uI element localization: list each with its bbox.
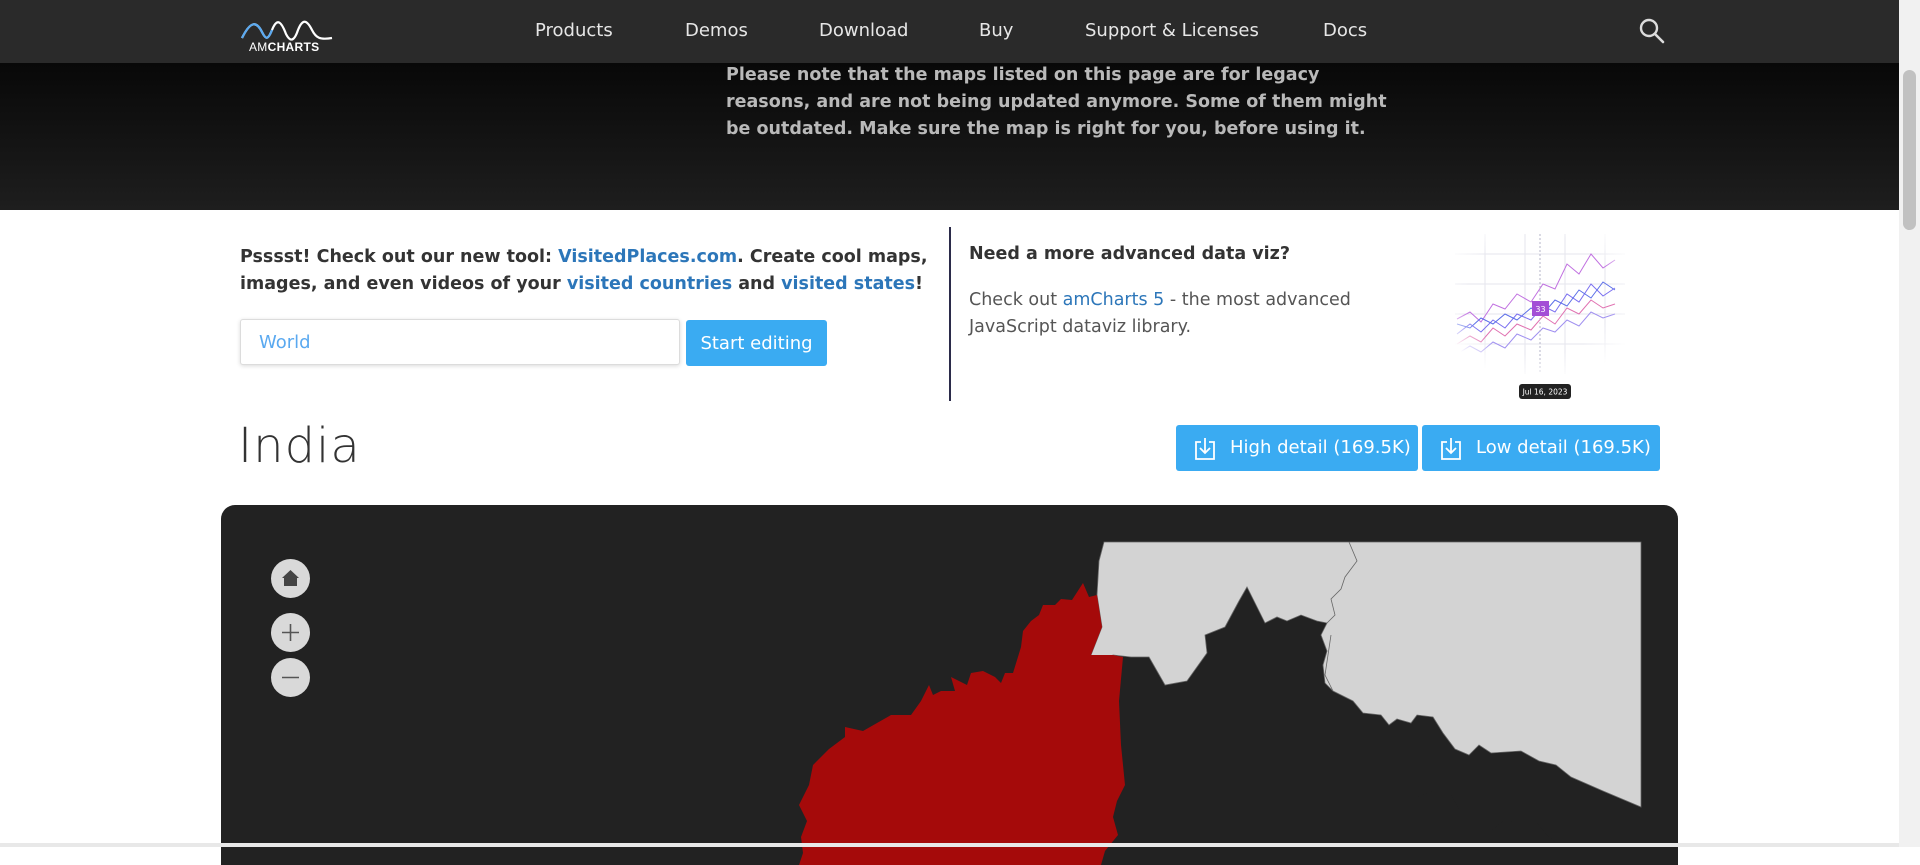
neighbor-region[interactable] [1090,541,1642,808]
download-high-detail-button[interactable]: High detail (169.5K) [1176,425,1418,471]
download-icon [1441,438,1461,460]
map-zoom-out-button[interactable] [271,658,310,697]
promo-text: Psssst! Check out our new tool: [240,247,559,267]
neighbor-region-dark[interactable] [1417,791,1641,865]
promo-text: ! [915,274,924,294]
map-zoom-in-button[interactable] [271,613,310,652]
amcharts5-preview-image[interactable]: 33 Jul 16, 2023 [1445,224,1635,404]
india-map-panel[interactable] [221,505,1678,865]
start-editing-button[interactable]: Start editing [686,320,827,366]
download-low-detail-label: Low detail (169.5K) [1476,437,1651,458]
amcharts5-link[interactable]: amCharts 5 [1063,290,1165,310]
nav-buy[interactable]: Buy [979,20,1013,41]
vertical-scrollbar-thumb[interactable] [1903,70,1916,230]
nav-products[interactable]: Products [535,20,613,41]
download-high-detail-label: High detail (169.5K) [1230,437,1411,458]
amcharts5-promo-text: Check out amCharts 5 - the most advanced… [969,287,1369,341]
map-home-button[interactable] [271,559,310,598]
chart-date-label: Jul 16, 2023 [1522,388,1568,397]
download-low-detail-button[interactable]: Low detail (169.5K) [1422,425,1660,471]
promo-divider [949,227,951,401]
zoom-out-icon [282,676,299,679]
nav-download[interactable]: Download [819,20,908,41]
map-select-input[interactable]: World [240,319,680,365]
horizontal-scrollbar[interactable] [0,843,1899,847]
promo-text: Check out [969,290,1063,310]
advanced-dataviz-title: Need a more advanced data viz? [969,244,1290,264]
promo-text: and [732,274,782,294]
india-region[interactable] [799,583,1125,865]
visitedplaces-promo: Psssst! Check out our new tool: VisitedP… [240,244,930,298]
search-icon[interactable] [1638,17,1666,45]
top-navigation: AMCHARTS Products Demos Download Buy Sup… [0,0,1899,63]
nav-demos[interactable]: Demos [685,20,748,41]
zoom-in-icon [282,624,299,641]
nav-docs[interactable]: Docs [1323,20,1367,41]
logo-wordmark: AMCHARTS [249,40,320,54]
home-icon [282,570,299,586]
page-title: India [238,418,361,474]
visited-states-link[interactable]: visited states [781,274,915,294]
india-map[interactable] [221,505,1678,865]
visited-countries-link[interactable]: visited countries [567,274,732,294]
legacy-notice-text: Please note that the maps listed on this… [726,65,1387,139]
download-icon [1195,438,1215,460]
visitedplaces-link[interactable]: VisitedPlaces.com [558,247,737,267]
nav-support-licenses[interactable]: Support & Licenses [1085,20,1259,41]
